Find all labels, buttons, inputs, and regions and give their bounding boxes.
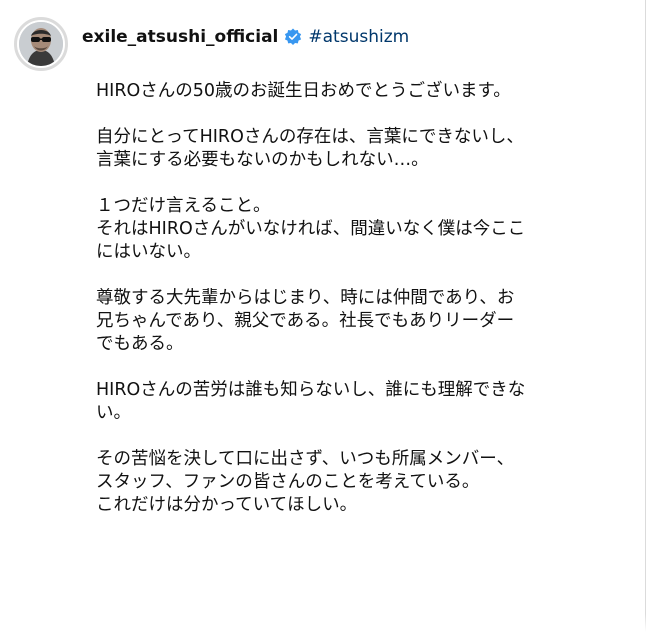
- instagram-post: exile_atsushi_official #atsushizm HIROさん…: [0, 0, 646, 632]
- username-link[interactable]: exile_atsushi_official: [82, 27, 278, 47]
- caption-paragraph: １つだけ言えること。それはHIROさんがいなければ、間違いなく僕は今ここ にはいな…: [96, 195, 616, 264]
- post-header: [14, 14, 68, 74]
- caption-paragraph: HIROさんの50歳のお誕生日おめでとうございます。: [96, 80, 616, 103]
- post-caption: HIROさんの50歳のお誕生日おめでとうございます。 自分にとってHIROさんの存…: [96, 80, 616, 540]
- verified-badge-icon: [284, 28, 302, 46]
- caption-paragraph: 尊敬する大先輩からはじまり、時には仲間であり、お 兄ちゃんであり、親父である。社長…: [96, 287, 616, 356]
- caption-line: HIROさんの苦労は誰も知らないし、誰にも理解できな: [96, 380, 526, 400]
- avatar[interactable]: [19, 22, 63, 66]
- caption-line: その苦悩を決して口に出さず、いつも所属メンバー、: [96, 449, 515, 469]
- caption-line: 兄ちゃんであり、親父である。社長でもありリーダー: [96, 311, 515, 331]
- caption-line: 尊敬する大先輩からはじまり、時には仲間であり、お: [96, 288, 515, 308]
- scroll-fade: [0, 614, 646, 632]
- profile-photo-icon: [19, 22, 63, 66]
- username-row: exile_atsushi_official #atsushizm: [82, 27, 409, 47]
- caption-paragraph: その苦悩を決して口に出さず、いつも所属メンバー、 スタッフ、ファンの皆さんのことを…: [96, 448, 616, 517]
- caption-line: にはいない。: [96, 242, 201, 262]
- hashtag-link[interactable]: #atsushizm: [308, 27, 409, 47]
- caption-paragraph: HIROさんの苦労は誰も知らないし、誰にも理解できな い。: [96, 379, 616, 425]
- caption-line: い。: [96, 403, 131, 423]
- caption-line: スタッフ、ファンの皆さんのことを考えている。: [96, 472, 480, 492]
- caption-line: それはHIROさんがいなければ、間違いなく僕は今ここ: [96, 219, 526, 239]
- caption-line: でもある。: [96, 334, 184, 354]
- caption-paragraph: 自分にとってHIROさんの存在は、言葉にできないし、 言葉にする必要もないのかもし…: [96, 126, 616, 172]
- caption-line: 言葉にする必要もないのかもしれない…。: [96, 150, 429, 170]
- caption-line: 自分にとってHIROさんの存在は、言葉にできないし、: [96, 127, 524, 147]
- caption-line: HIROさんの50歳のお誕生日おめでとうございます。: [96, 81, 511, 101]
- avatar-ring[interactable]: [14, 17, 68, 71]
- caption-line: １つだけ言えること。: [96, 196, 271, 216]
- caption-line: これだけは分かっていてほしい。: [96, 495, 358, 515]
